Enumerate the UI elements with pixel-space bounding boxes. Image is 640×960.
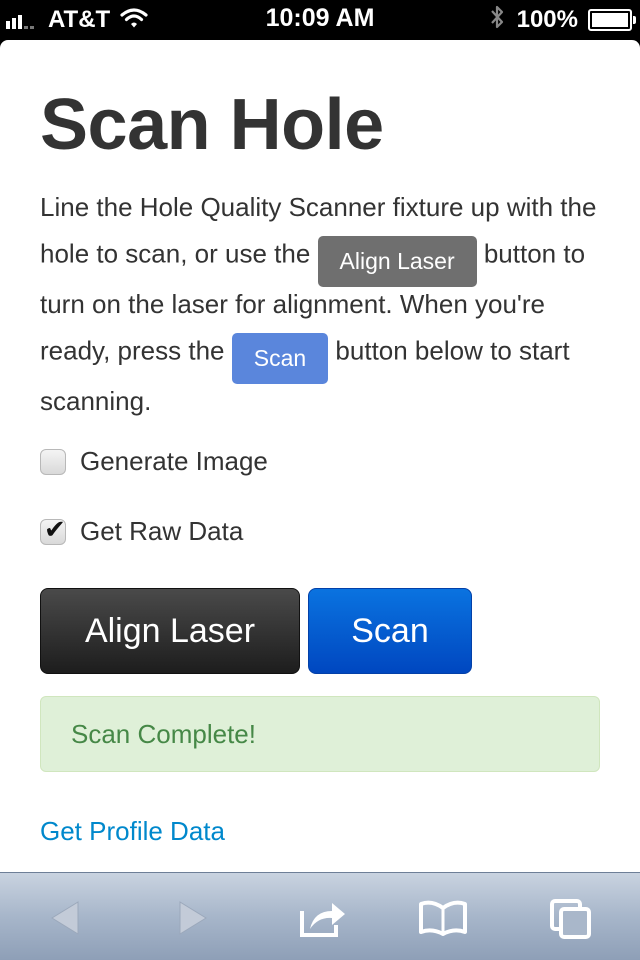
intro-text: Line the Hole Quality Scanner fixture up… <box>40 184 610 424</box>
scan-complete-alert: Scan Complete! <box>40 696 600 772</box>
alert-message: Scan Complete! <box>71 718 256 749</box>
checkmark-icon: ✔ <box>44 513 66 544</box>
generate-image-option[interactable]: Generate Image <box>40 446 268 477</box>
bookmarks-icon[interactable] <box>418 893 468 943</box>
browser-toolbar <box>0 872 640 960</box>
battery-percent: 100% <box>516 6 578 33</box>
page-content: Scan Hole Line the Hole Quality Scanner … <box>0 40 640 872</box>
get-profile-data-link[interactable]: Get Profile Data <box>40 816 225 847</box>
status-bar: AT&T 10:09 AM 100% <box>0 0 640 40</box>
generate-image-label: Generate Image <box>80 446 268 476</box>
bluetooth-icon <box>489 4 505 37</box>
inline-align-laser-badge: Align Laser <box>317 236 477 287</box>
generate-image-checkbox[interactable] <box>40 448 66 475</box>
inline-scan-badge: Scan <box>231 333 329 384</box>
battery-icon <box>588 9 636 31</box>
page-title: Scan Hole <box>40 85 384 165</box>
get-raw-data-label: Get Raw Data <box>80 516 244 546</box>
get-raw-data-option[interactable]: ✔ Get Raw Data <box>40 514 244 547</box>
align-laser-button[interactable]: Align Laser <box>40 588 300 674</box>
tabs-icon[interactable] <box>546 893 596 943</box>
back-icon[interactable] <box>40 893 90 943</box>
share-icon[interactable] <box>298 893 348 943</box>
scan-button[interactable]: Scan <box>308 588 472 674</box>
get-raw-data-checkbox[interactable]: ✔ <box>40 514 66 545</box>
status-right: 100% <box>489 4 636 37</box>
forward-icon[interactable] <box>168 893 218 943</box>
